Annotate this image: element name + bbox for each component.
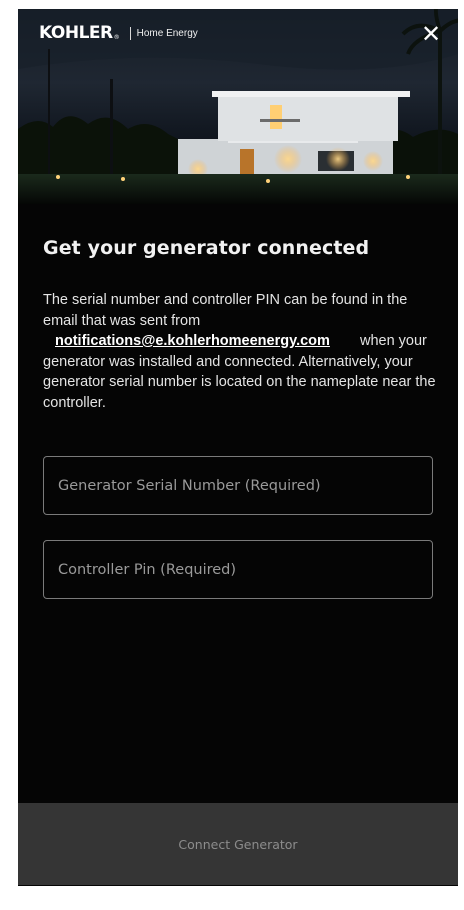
brand-subtitle: Home Energy: [136, 27, 198, 39]
close-icon: ✕: [420, 20, 442, 48]
close-button[interactable]: ✕: [418, 21, 444, 47]
connect-generator-button[interactable]: Connect Generator: [18, 803, 458, 885]
brand-divider: [129, 26, 131, 40]
kohler-logo: KOHLER: [39, 23, 113, 43]
registered-mark: ®: [113, 33, 120, 41]
instructions-text: The serial number and controller PIN can…: [43, 290, 443, 413]
brand-header: KOHLER ® Home Energy: [39, 23, 198, 43]
page-title: Get your generator connected: [43, 237, 370, 259]
serial-number-input[interactable]: [43, 456, 433, 515]
instructions-part-1: The serial number and controller PIN can…: [43, 292, 408, 329]
app-screen: KOHLER ® Home Energy ✕ Get your generato…: [18, 9, 458, 886]
email-link[interactable]: notifications@e.kohlerhomeenergy.com: [55, 333, 330, 349]
connect-generator-label: Connect Generator: [178, 836, 298, 852]
hero-image: KOHLER ® Home Energy ✕: [18, 9, 458, 204]
controller-pin-input[interactable]: [43, 540, 433, 599]
